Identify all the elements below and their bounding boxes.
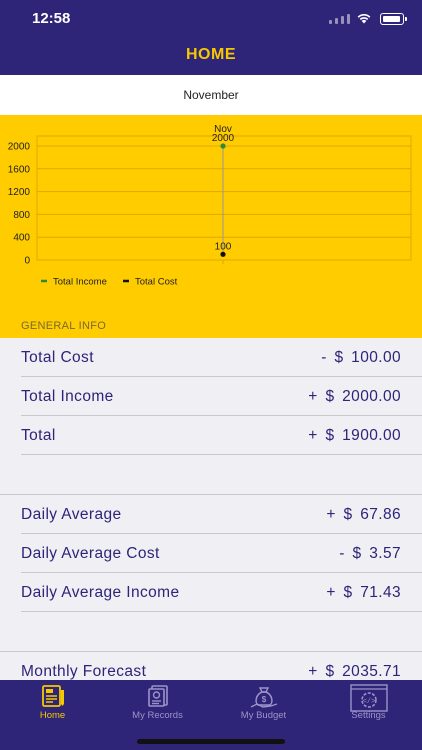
navigation-bar: HOME xyxy=(0,34,422,75)
status-time: 12:58 xyxy=(32,10,71,27)
row-label: Daily Average xyxy=(21,506,122,523)
svg-text:$: $ xyxy=(261,695,266,704)
list-row-total-cost: Total Cost - $ 100.00 xyxy=(0,338,422,377)
y-tick-label: 1200 xyxy=(8,187,31,198)
y-tick-label: 800 xyxy=(13,210,30,221)
gear-code-icon: </> xyxy=(349,684,388,712)
legend-label: Total Cost xyxy=(135,277,178,288)
tab-label: My Records xyxy=(132,710,183,721)
section-gap xyxy=(0,612,422,652)
general-info-list: Total Cost - $ 100.00 Total Income + $ 2… xyxy=(0,338,422,680)
data-point-income xyxy=(220,143,226,149)
data-label: 2000 xyxy=(212,133,235,144)
y-tick-label: 2000 xyxy=(8,142,31,153)
wifi-icon xyxy=(357,14,371,24)
section-gap xyxy=(0,455,422,495)
data-point-cost xyxy=(220,251,226,257)
battery-icon xyxy=(380,13,407,25)
tab-label: My Budget xyxy=(240,710,287,721)
legend-label: Total Income xyxy=(53,277,107,288)
list-row-daily-average-income: Daily Average Income + $ 71.43 xyxy=(0,573,422,612)
general-info-header: GENERAL INFO xyxy=(21,320,107,332)
row-value: + $ 2035.71 xyxy=(308,663,401,680)
month-label: November xyxy=(183,88,239,102)
tab-my-records[interactable]: My Records xyxy=(105,680,210,726)
row-value: + $ 1900.00 xyxy=(308,427,401,444)
tab-bar: Home My Records $ My Budget </> Settings xyxy=(0,680,422,750)
svg-text:</>: </> xyxy=(362,698,375,706)
money-bag-icon: $ xyxy=(250,687,277,708)
status-bar: 12:58 xyxy=(0,0,422,34)
chart-panel: 2000 1600 1200 800 400 0 Nov 2000 100 Total Incom… xyxy=(0,115,422,338)
income-cost-chart: 2000160012008004000Nov2000100Total Incom… xyxy=(8,124,412,288)
tab-settings[interactable]: </> Settings xyxy=(316,680,421,726)
row-label: Daily Average Income xyxy=(21,584,180,601)
data-label: 100 xyxy=(215,241,232,252)
tab-label: Home xyxy=(39,710,66,721)
tab-my-budget[interactable]: $ My Budget xyxy=(211,680,316,726)
cellular-signal-icon xyxy=(329,14,350,24)
row-label: Daily Average Cost xyxy=(21,545,160,562)
row-value: - $ 3.57 xyxy=(339,545,401,562)
records-icon xyxy=(147,685,168,707)
list-row-total: Total + $ 1900.00 xyxy=(0,416,422,455)
home-indicator xyxy=(137,739,285,744)
row-value: - $ 100.00 xyxy=(321,349,401,366)
tab-label: Settings xyxy=(351,710,386,721)
list-row-total-income: Total Income + $ 2000.00 xyxy=(0,377,422,416)
row-value: + $ 67.86 xyxy=(326,506,401,523)
row-value: + $ 2000.00 xyxy=(308,388,401,405)
y-tick-label: 0 xyxy=(24,256,30,267)
row-label: Monthly Forecast xyxy=(21,663,147,680)
list-row-daily-average: Daily Average + $ 67.86 xyxy=(0,495,422,534)
row-label: Total Cost xyxy=(21,349,94,366)
list-row-daily-average-cost: Daily Average Cost - $ 3.57 xyxy=(0,534,422,573)
list-row-monthly-forecast: Monthly Forecast + $ 2035.71 xyxy=(0,652,422,680)
y-tick-label: 1600 xyxy=(8,164,31,175)
row-value: + $ 71.43 xyxy=(326,584,401,601)
row-label: Total xyxy=(21,427,56,444)
page-title: HOME xyxy=(186,46,236,63)
y-tick-label: 400 xyxy=(13,233,30,244)
tab-home[interactable]: Home xyxy=(0,680,105,726)
row-label: Total Income xyxy=(21,388,114,405)
month-selector[interactable]: November xyxy=(0,75,422,115)
home-ledger-icon xyxy=(41,685,64,707)
